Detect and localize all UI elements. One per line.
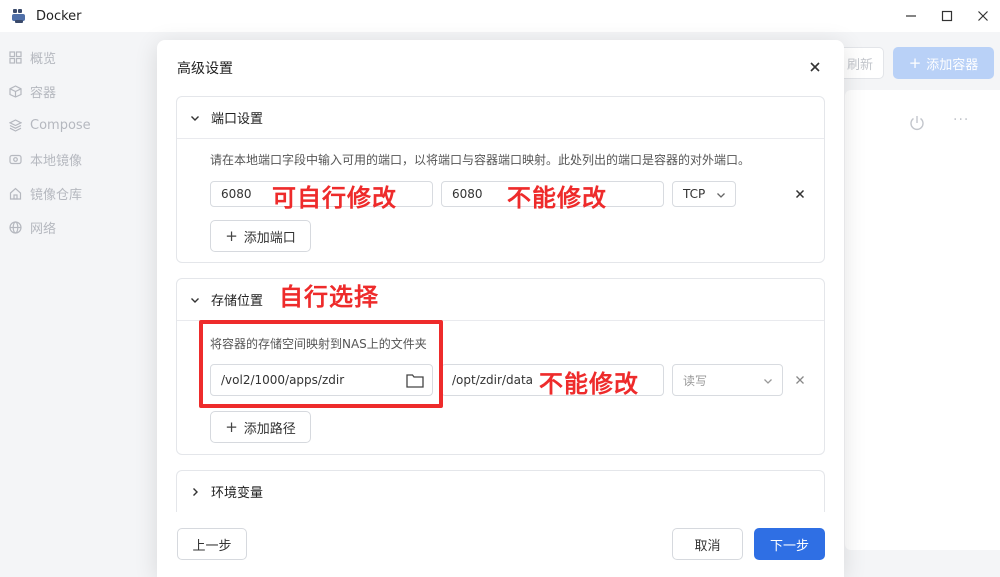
- add-container-button[interactable]: + 添加容器: [893, 47, 994, 79]
- refresh-label: 刷新: [846, 57, 873, 73]
- disc-icon: [8, 152, 22, 166]
- plus-icon: +: [225, 418, 238, 436]
- env-title: 环境变量: [211, 486, 264, 501]
- maximize-button[interactable]: [930, 0, 964, 32]
- globe-icon: [8, 220, 22, 234]
- sidebar-item-overview[interactable]: 概览: [0, 40, 150, 74]
- local-port-value: 6080: [221, 187, 252, 201]
- modal-close-icon[interactable]: [807, 59, 823, 75]
- next-step-label: 下一步: [769, 538, 809, 554]
- sidebar-item-local-images[interactable]: 本地镜像: [0, 142, 150, 176]
- sidebar-item-label: 镜像仓库: [30, 187, 83, 203]
- chevron-right-icon: [193, 487, 198, 496]
- add-path-label: 添加路径: [243, 421, 296, 437]
- plus-icon: +: [908, 54, 922, 72]
- sidebar-item-label: 概览: [30, 51, 57, 67]
- port-hint: 请在本地端口字段中输入可用的端口，以将端口与容器端口映射。此处列出的端口是容器的…: [210, 153, 751, 167]
- permission-select[interactable]: 读写: [672, 364, 783, 396]
- port-settings-header[interactable]: 端口设置: [177, 97, 824, 138]
- window-titlebar: Docker: [0, 0, 1000, 32]
- more-icon[interactable]: ···: [953, 112, 969, 128]
- chevron-down-icon: [191, 297, 199, 303]
- sidebar-item-network[interactable]: 网络: [0, 210, 150, 244]
- sidebar-item-label: 容器: [30, 85, 57, 101]
- grid-icon: [8, 50, 22, 64]
- home-icon: [8, 186, 22, 200]
- permission-value: 读写: [683, 373, 708, 388]
- app-title: Docker: [36, 8, 82, 24]
- container-port-value: 6080: [452, 187, 483, 201]
- remove-port-icon[interactable]: [794, 188, 806, 200]
- add-container-label: 添加容器: [926, 57, 979, 73]
- chevron-down-icon: [717, 193, 725, 198]
- storage-header[interactable]: 存储位置: [177, 279, 824, 320]
- next-step-button[interactable]: 下一步: [754, 528, 825, 560]
- sidebar-item-registry[interactable]: 镜像仓库: [0, 176, 150, 210]
- add-port-label: 添加端口: [243, 230, 296, 246]
- annotation-fixed-path: 不能修改: [539, 370, 639, 398]
- add-path-button[interactable]: + 添加路径: [210, 411, 311, 443]
- port-settings-title: 端口设置: [211, 112, 264, 127]
- env-header[interactable]: 环境变量: [177, 471, 824, 512]
- annotation-fixed-port: 不能修改: [507, 184, 607, 212]
- container-path-value: /opt/zdir/data: [452, 373, 534, 387]
- sidebar-item-label: 本地镜像: [30, 153, 83, 169]
- sidebar-item-label: Compose: [30, 117, 91, 133]
- storage-title: 存储位置: [211, 294, 264, 309]
- sidebar-item-containers[interactable]: 容器: [0, 74, 150, 108]
- protocol-select[interactable]: TCP: [672, 181, 736, 207]
- sidebar-item-compose[interactable]: Compose: [0, 108, 150, 142]
- chevron-down-icon: [764, 379, 772, 384]
- sidebar-item-label: 网络: [30, 221, 57, 237]
- layers-icon: [8, 118, 22, 132]
- sidebar: 概览 容器 Compose 本地镜像 镜像仓库 网络: [0, 40, 150, 577]
- annotation-choose-path: 自行选择: [279, 283, 379, 311]
- protocol-value: TCP: [683, 187, 706, 201]
- annotation-editable-port: 可自行修改: [272, 184, 397, 212]
- maximize-icon: [941, 10, 953, 22]
- minimize-button[interactable]: [894, 0, 928, 32]
- annotation-highlight-box: [199, 320, 443, 408]
- window-controls: [892, 0, 1000, 32]
- plus-icon: +: [225, 227, 238, 245]
- cube-icon: [8, 84, 22, 98]
- container-list-panel: [845, 90, 1000, 550]
- add-port-button[interactable]: + 添加端口: [210, 220, 311, 252]
- prev-step-label: 上一步: [192, 538, 232, 554]
- modal-title: 高级设置: [177, 61, 233, 77]
- docker-logo-icon: [12, 9, 25, 23]
- power-icon[interactable]: [907, 113, 927, 133]
- close-icon: [978, 11, 988, 21]
- advanced-settings-modal: 高级设置 端口设置 请在本地端口字段中输入可用的端口，以将端口与容器端口映射。此…: [157, 40, 844, 577]
- prev-step-button[interactable]: 上一步: [177, 528, 247, 560]
- cancel-label: 取消: [694, 538, 721, 554]
- minimize-icon: [906, 15, 916, 17]
- remove-path-icon[interactable]: [794, 374, 806, 386]
- chevron-down-icon: [191, 115, 199, 121]
- close-window-button[interactable]: [966, 0, 1000, 32]
- env-section: 环境变量: [176, 470, 825, 512]
- cancel-button[interactable]: 取消: [672, 528, 743, 560]
